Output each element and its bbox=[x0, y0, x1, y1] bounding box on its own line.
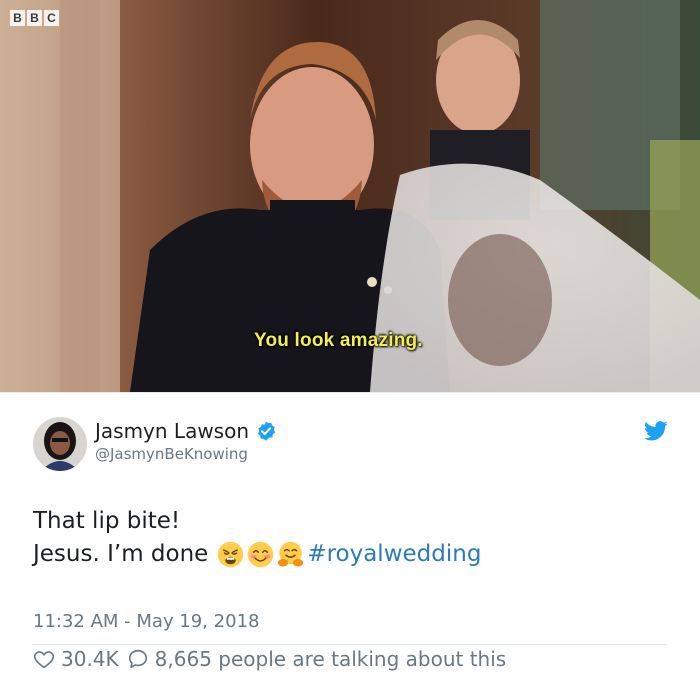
smiling-face-emoji-icon bbox=[247, 541, 274, 568]
verified-badge-icon bbox=[255, 420, 277, 442]
video-caption: You look amazing. bbox=[254, 330, 423, 351]
heart-icon[interactable] bbox=[33, 648, 55, 670]
tweet-text-line: That lip bite! bbox=[33, 508, 181, 534]
bbc-logo: B B C bbox=[10, 10, 59, 26]
tweet-body: Jasmyn Lawson @JasmynBeKnowing That lip … bbox=[0, 392, 700, 700]
author-handle[interactable]: @JasmynBeKnowing bbox=[95, 445, 248, 463]
divider bbox=[33, 644, 667, 645]
tweet-actions-bar: 30.4K 8,665 people are talking about thi… bbox=[33, 647, 515, 671]
weary-face-emoji-icon bbox=[217, 541, 244, 568]
tweet-media-image[interactable]: B B C You look amazing. bbox=[0, 0, 700, 392]
conversation-summary[interactable]: 8,665 people are talking about this bbox=[155, 647, 507, 671]
avatar[interactable] bbox=[33, 417, 87, 471]
tweet-text-segment: Jesus. I’m done bbox=[33, 541, 209, 567]
hugging-face-emoji-icon bbox=[277, 541, 304, 568]
tweet-embed-card: B B C You look amazing. Jasmyn Lawson @J… bbox=[0, 0, 700, 700]
speech-bubble-icon[interactable] bbox=[127, 648, 149, 670]
avatar-image bbox=[33, 417, 87, 471]
author-display-name[interactable]: Jasmyn Lawson bbox=[95, 419, 277, 443]
author-name-text: Jasmyn Lawson bbox=[95, 419, 250, 443]
bbc-logo-letter: C bbox=[44, 10, 59, 26]
bbc-logo-letter: B bbox=[27, 10, 42, 26]
like-count[interactable]: 30.4K bbox=[61, 647, 119, 671]
hashtag-link[interactable]: #royalwedding bbox=[307, 538, 481, 571]
bbc-logo-letter: B bbox=[10, 10, 25, 26]
tweet-text: That lip bite! Jesus. I’m done #royalwed… bbox=[33, 505, 481, 571]
tweet-text-line: Jesus. I’m done #royalwedding bbox=[33, 538, 481, 571]
twitter-bird-icon[interactable] bbox=[644, 421, 668, 441]
tweet-timestamp[interactable]: 11:32 AM - May 19, 2018 bbox=[33, 611, 259, 632]
